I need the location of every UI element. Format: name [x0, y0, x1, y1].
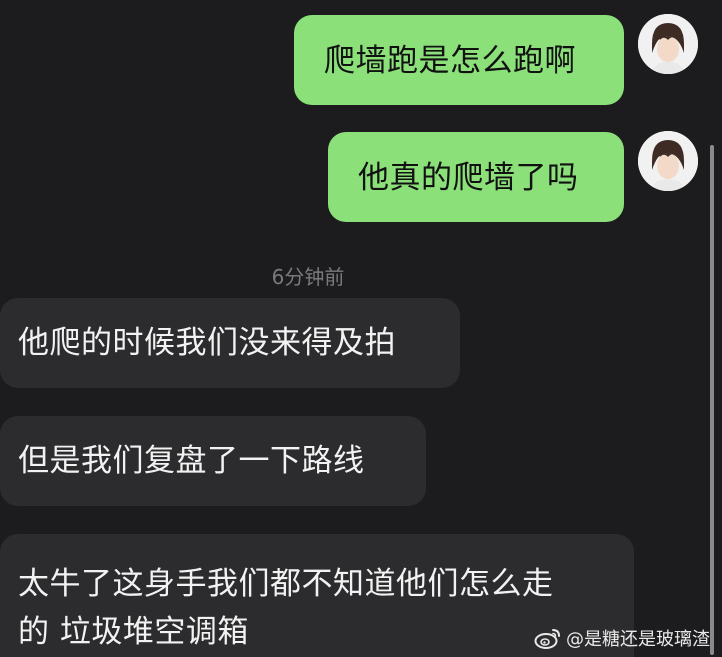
- watermark: @是糖还是玻璃渣: [534, 623, 710, 653]
- message-text: 爬墙跑是怎么跑啊: [324, 43, 576, 79]
- message-timestamp: 6分钟前: [271, 265, 345, 289]
- outgoing-message-bubble[interactable]: 他真的爬墙了吗: [328, 132, 624, 222]
- avatar[interactable]: [638, 131, 698, 191]
- outgoing-message-bubble[interactable]: 爬墙跑是怎么跑啊: [294, 15, 624, 105]
- incoming-message-bubble[interactable]: 但是我们复盘了一下路线: [0, 416, 426, 506]
- weibo-icon: [534, 629, 560, 649]
- message-text: 他真的爬墙了吗: [358, 160, 579, 196]
- avatar-icon: [638, 131, 698, 191]
- incoming-message-bubble[interactable]: 他爬的时候我们没来得及拍: [0, 298, 460, 388]
- message-text-line: 的 垃圾堆空调箱: [18, 614, 249, 650]
- scrollbar[interactable]: [710, 145, 714, 655]
- message-text-line: 太牛了这身手我们都不知道他们怎么走: [18, 566, 554, 602]
- message-text: 他爬的时候我们没来得及拍: [18, 325, 396, 361]
- avatar[interactable]: [638, 14, 698, 74]
- chat-screen: 爬墙跑是怎么跑啊 他真的爬墙了吗 6分钟前 他爬的时候我们没来得及拍 但是我们复…: [0, 0, 722, 657]
- avatar-icon: [638, 14, 698, 74]
- watermark-text: @是糖还是玻璃渣: [566, 629, 710, 650]
- message-text: 但是我们复盘了一下路线: [18, 443, 365, 479]
